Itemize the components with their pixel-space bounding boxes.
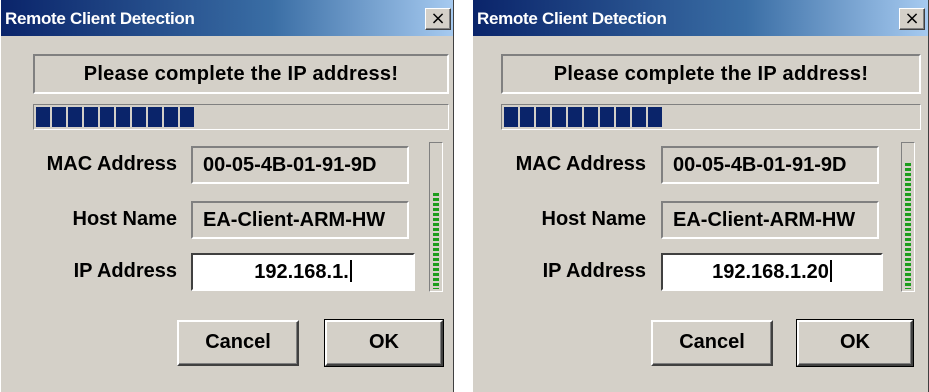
progress-segment [180,107,194,127]
ip-address-label: IP Address [542,260,646,282]
progress-segment [536,107,550,127]
progress-segment [632,107,646,127]
progress-segment [648,107,662,127]
status-message: Please complete the IP address! [501,54,921,94]
progress-segment [36,107,50,127]
progress-segment [584,107,598,127]
progress-bar [33,104,449,130]
remote-client-detection-dialog: Remote Client Detection × Please complet… [0,0,454,392]
signal-meter [901,142,915,292]
mac-address-field: 00-05-4B-01-91-9D [661,146,879,184]
progress-segment [84,107,98,127]
progress-segment [520,107,534,127]
close-icon[interactable]: × [899,8,925,30]
text-caret [349,260,352,282]
title-bar[interactable]: Remote Client Detection × [1,0,453,36]
progress-segment [116,107,130,127]
mac-address-field: 00-05-4B-01-91-9D [191,146,409,184]
host-name-field: EA-Client-ARM-HW [661,201,879,239]
signal-meter [429,142,443,292]
dialog-title: Remote Client Detection [5,9,195,28]
ip-address-value: 192.168.1. [254,261,349,283]
ip-address-input[interactable]: 192.168.1.20 [661,253,883,291]
dialog-title: Remote Client Detection [477,9,667,28]
cancel-button[interactable]: Cancel [177,320,299,366]
progress-fill [504,107,664,127]
progress-segment [148,107,162,127]
close-icon[interactable]: × [425,8,451,30]
title-bar[interactable]: Remote Client Detection × [473,0,928,36]
progress-segment [132,107,146,127]
progress-segment [504,107,518,127]
progress-segment [616,107,630,127]
host-name-field: EA-Client-ARM-HW [191,201,409,239]
ok-button[interactable]: OK [796,319,914,367]
cancel-button[interactable]: Cancel [651,320,773,366]
ip-address-label: IP Address [73,260,177,282]
progress-bar [501,104,921,130]
signal-meter-fill [433,192,439,289]
progress-segment [568,107,582,127]
progress-fill [36,107,196,127]
remote-client-detection-dialog: Remote Client Detection × Please complet… [472,0,929,392]
ip-address-value: 192.168.1.20 [712,261,829,283]
progress-segment [68,107,82,127]
progress-segment [164,107,178,127]
progress-segment [600,107,614,127]
host-name-label: Host Name [72,208,177,230]
status-message: Please complete the IP address! [33,54,449,94]
text-caret [829,260,832,282]
progress-segment [52,107,66,127]
progress-segment [100,107,114,127]
progress-segment [552,107,566,127]
mac-address-label: MAC Address [515,153,646,175]
host-name-label: Host Name [541,208,646,230]
signal-meter-fill [905,163,911,289]
ok-button[interactable]: OK [324,319,444,367]
ip-address-input[interactable]: 192.168.1. [191,253,415,291]
mac-address-label: MAC Address [46,153,177,175]
